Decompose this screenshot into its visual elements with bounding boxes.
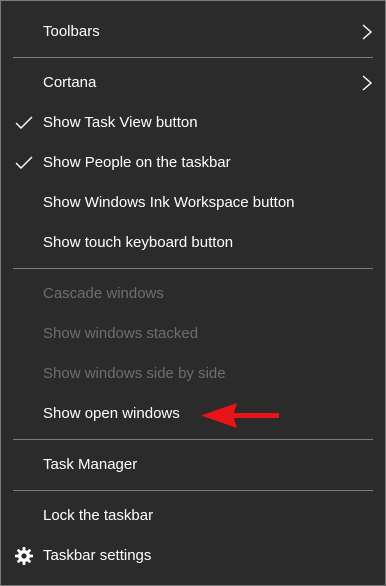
menu-item-label: Cascade windows	[43, 285, 164, 302]
menu-item-label: Show Windows Ink Workspace button	[43, 194, 295, 211]
menu-item-label: Show open windows	[43, 405, 180, 422]
chevron-right-icon	[362, 75, 373, 91]
menu-item-label: Task Manager	[43, 456, 138, 473]
menu-item-show-windows-side-by-side: Show windows side by side	[1, 355, 385, 393]
menu-item-label: Show windows side by side	[43, 365, 226, 382]
menu-item-label: Show windows stacked	[43, 325, 199, 342]
menu-item-label: Cortana	[43, 74, 97, 91]
menu-item-cascade-windows: Cascade windows	[1, 275, 385, 313]
red-arrow-icon	[201, 403, 279, 428]
chevron-right-icon	[362, 24, 373, 40]
menu-item-label: Show Task View button	[43, 114, 198, 131]
menu-separator	[13, 57, 373, 58]
menu-item-toolbars[interactable]: Toolbars	[1, 13, 385, 51]
menu-item-task-manager[interactable]: Task Manager	[1, 446, 385, 484]
menu-item-label: Toolbars	[43, 23, 100, 40]
menu-separator	[13, 490, 373, 491]
menu-item-show-task-view-button[interactable]: Show Task View button	[1, 104, 385, 142]
checkmark-icon	[15, 156, 33, 169]
checkmark-icon	[15, 116, 33, 129]
menu-item-show-touch-keyboard-button[interactable]: Show touch keyboard button	[1, 224, 385, 262]
menu-item-show-open-windows[interactable]: Show open windows	[1, 395, 385, 433]
taskbar-context-menu: Toolbars Cortana Show Task View button S…	[0, 0, 386, 586]
menu-separator	[13, 268, 373, 269]
menu-item-lock-the-taskbar[interactable]: Lock the taskbar	[1, 497, 385, 535]
menu-item-taskbar-settings[interactable]: Taskbar settings	[1, 537, 385, 575]
menu-separator	[13, 439, 373, 440]
menu-item-label: Show touch keyboard button	[43, 234, 234, 251]
gear-icon	[15, 547, 33, 565]
menu-item-show-windows-ink-workspace-button[interactable]: Show Windows Ink Workspace button	[1, 184, 385, 222]
menu-item-show-windows-stacked: Show windows stacked	[1, 315, 385, 353]
menu-item-cortana[interactable]: Cortana	[1, 64, 385, 102]
menu-item-label: Lock the taskbar	[43, 507, 154, 524]
menu-item-label: Show People on the taskbar	[43, 154, 231, 171]
menu-item-label: Taskbar settings	[43, 547, 152, 564]
menu-item-show-people-on-taskbar[interactable]: Show People on the taskbar	[1, 144, 385, 182]
